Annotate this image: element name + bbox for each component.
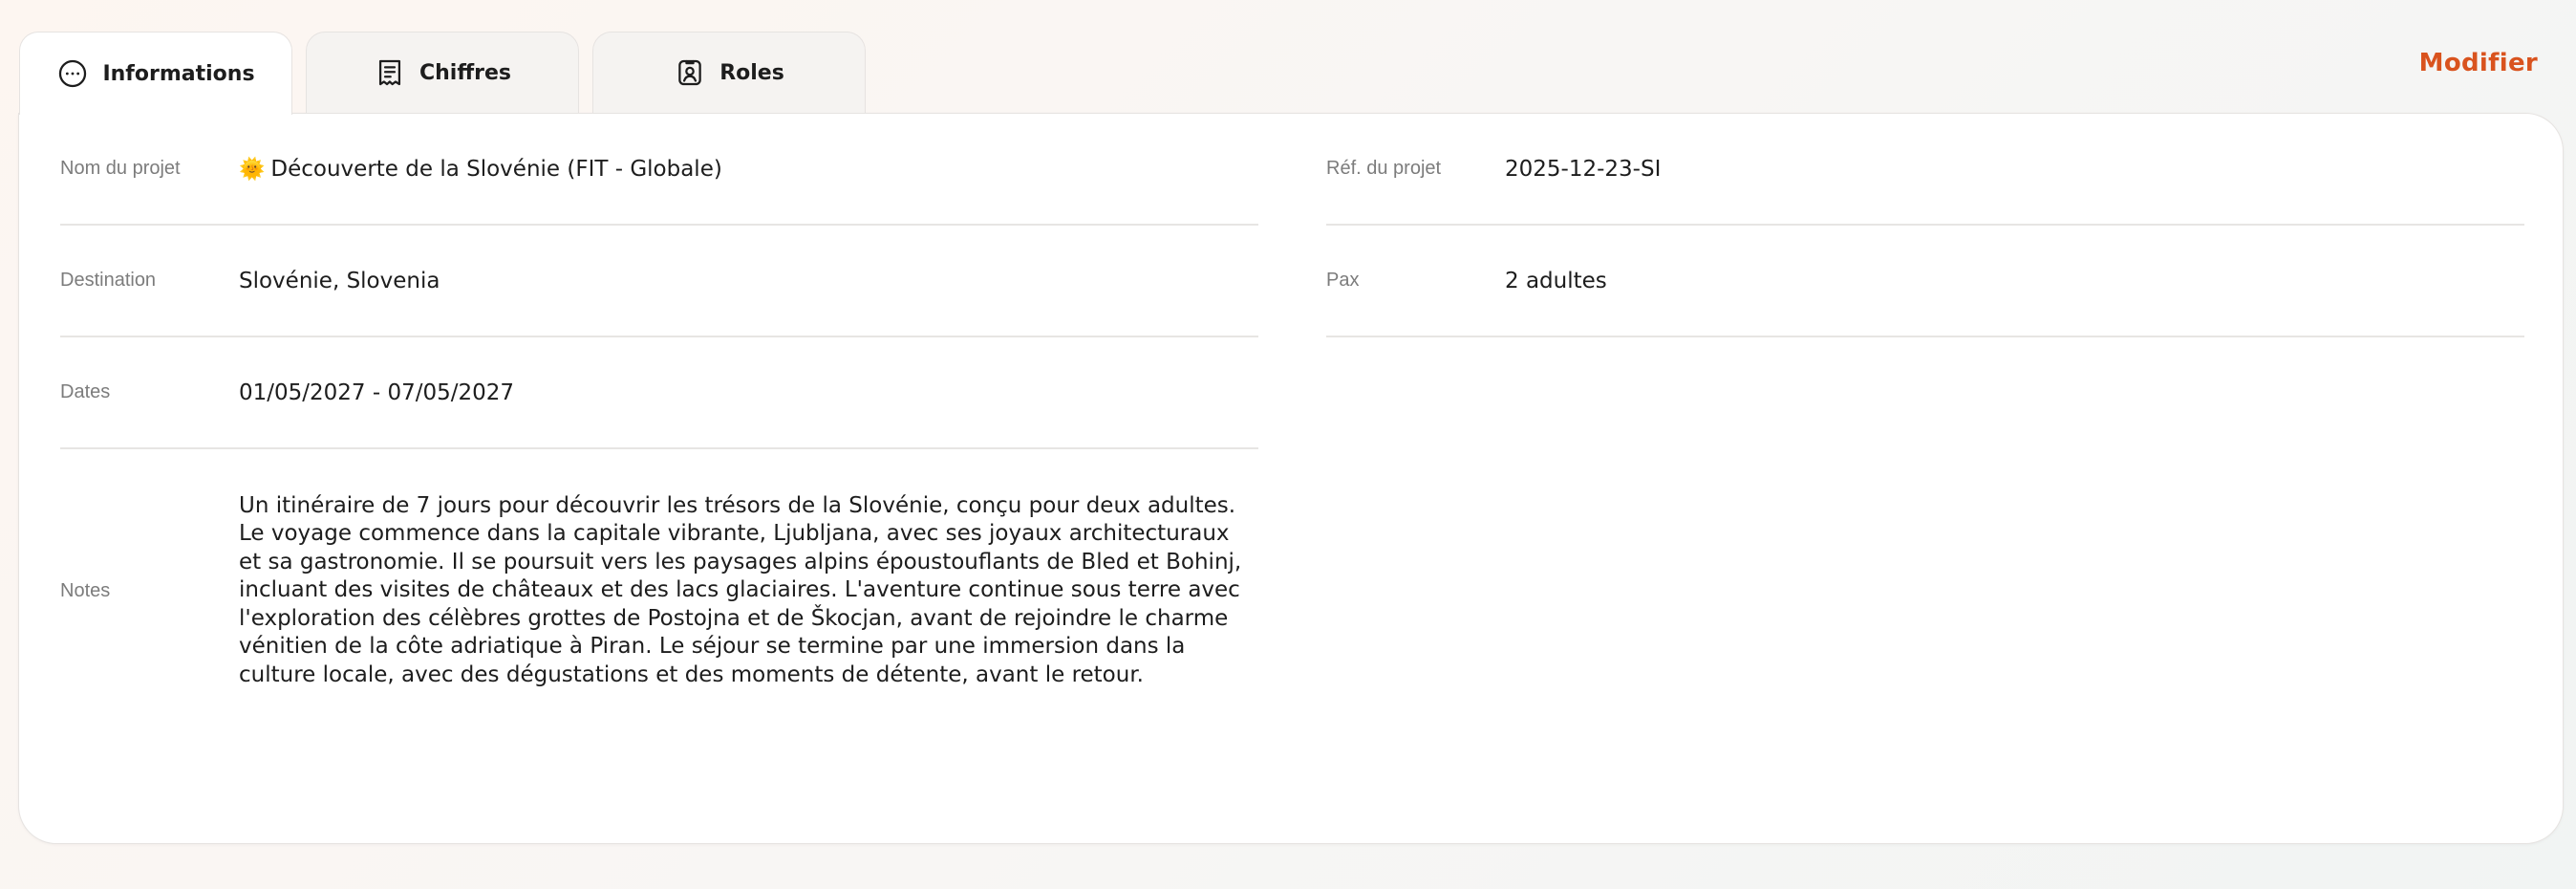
field-notes: Notes Un itinéraire de 7 jours pour déco… (60, 449, 1258, 732)
field-value: 2 adultes (1505, 268, 1607, 293)
tab-label: Roles (719, 60, 784, 85)
left-column: Nom du projet 🌞 Découverte de la Slovénie… (60, 114, 1258, 732)
field-label: Réf. du projet (1326, 158, 1442, 179)
tab-label: Informations (102, 61, 255, 86)
project-info-card: Nom du projet 🌞 Découverte de la Slovénie… (18, 113, 2564, 844)
field-destination: Destination Slovénie, Slovenia (60, 226, 1258, 337)
right-column: Réf. du projet 2025-12-23-SI Pax 2 adult… (1326, 114, 2524, 337)
project-name-text: Découverte de la Slovénie (FIT - Globale… (270, 156, 722, 182)
tab-label: Chiffres (419, 60, 512, 85)
field-pax: Pax 2 adultes (1326, 226, 2524, 337)
field-project-ref: Réf. du projet 2025-12-23-SI (1326, 114, 2524, 226)
field-label: Nom du projet (60, 158, 181, 179)
sun-emoji-icon: 🌞 (239, 157, 266, 182)
field-value: Slovénie, Slovenia (239, 268, 440, 293)
tab-informations[interactable]: Informations (19, 32, 292, 115)
user-badge-icon (674, 56, 706, 89)
field-label: Dates (60, 381, 111, 402)
field-label: Destination (60, 270, 157, 291)
field-label: Pax (1326, 270, 1360, 291)
field-value: 01/05/2027 - 07/05/2027 (239, 379, 515, 405)
field-dates: Dates 01/05/2027 - 07/05/2027 (60, 337, 1258, 449)
modify-button[interactable]: Modifier (2419, 49, 2538, 77)
field-value: 2025-12-23-SI (1505, 156, 1662, 182)
field-label: Notes (60, 579, 111, 601)
chat-bubble-icon (56, 57, 89, 90)
field-project-name: Nom du projet 🌞 Découverte de la Slovénie… (60, 114, 1258, 226)
field-value: 🌞 Découverte de la Slovénie (FIT - Global… (239, 157, 722, 182)
field-value: Un itinéraire de 7 jours pour découvrir … (239, 492, 1242, 687)
tab-bar: Informations Chiffres Roles (19, 32, 866, 115)
receipt-icon (374, 56, 406, 89)
tab-roles[interactable]: Roles (592, 32, 866, 113)
tab-chiffres[interactable]: Chiffres (306, 32, 579, 113)
